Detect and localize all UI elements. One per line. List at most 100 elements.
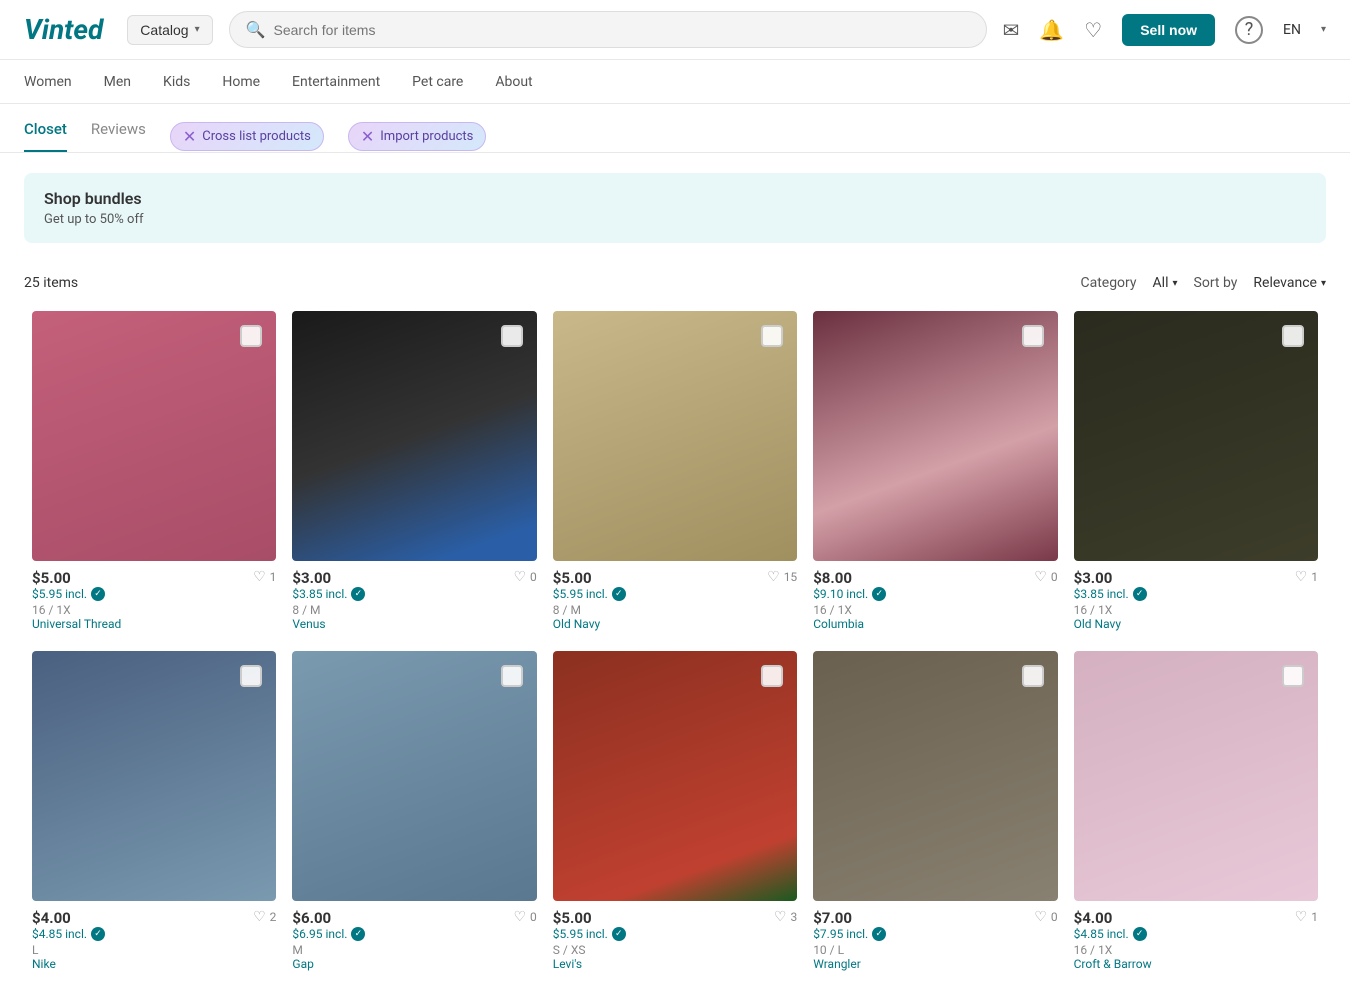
product-card-5[interactable]: $3.00 $3.85 incl. ✓ 16 / 1X Old Navy ♡ 1 (1066, 303, 1326, 643)
item-count: 25 items (24, 275, 78, 291)
tab-cross-list[interactable]: ✕ Cross list products (170, 122, 324, 151)
product-price-incl-9: $7.95 incl. (813, 927, 868, 941)
product-checkbox-5[interactable] (1282, 325, 1304, 347)
product-card-4[interactable]: $8.00 $9.10 incl. ✓ 16 / 1X Columbia ♡ 0 (805, 303, 1065, 643)
sort-dropdown[interactable]: Relevance ▾ (1253, 275, 1326, 291)
shop-bundles-banner[interactable]: Shop bundles Get up to 50% off (24, 173, 1326, 243)
product-likes-4[interactable]: ♡ 0 (1034, 569, 1057, 585)
product-likes-5[interactable]: ♡ 1 (1295, 569, 1318, 585)
product-likes-9[interactable]: ♡ 0 (1034, 909, 1057, 925)
product-checkbox-3[interactable] (761, 325, 783, 347)
price-check-icon-6: ✓ (91, 927, 105, 941)
nav-item-women[interactable]: Women (24, 74, 72, 90)
heart-icon-10: ♡ (1295, 909, 1308, 925)
product-price-incl-6: $4.85 incl. (32, 927, 87, 941)
product-price-4: $8.00 (813, 569, 1034, 587)
product-price-9: $7.00 (813, 909, 1034, 927)
product-image-9 (813, 651, 1057, 901)
nav-item-pet-care[interactable]: Pet care (412, 74, 463, 90)
product-checkbox-8[interactable] (761, 665, 783, 687)
product-likes-1[interactable]: ♡ 1 (253, 569, 276, 585)
heart-icon-8: ♡ (774, 909, 787, 925)
category-filter-dropdown[interactable]: All ▾ (1153, 275, 1178, 291)
product-card-8[interactable]: $5.00 $5.95 incl. ✓ S / XS Levi's ♡ 3 (545, 643, 805, 983)
product-card-9[interactable]: $7.00 $7.95 incl. ✓ 10 / L Wrangler ♡ 0 (805, 643, 1065, 983)
price-check-icon-2: ✓ (351, 587, 365, 601)
product-brand-10: Croft & Barrow (1074, 957, 1295, 971)
product-price-6: $4.00 (32, 909, 253, 927)
category-filter-value: All (1153, 275, 1169, 291)
product-size-8: S / XS (553, 943, 774, 957)
tab-import[interactable]: ✕ Import products (348, 122, 487, 151)
product-card-1[interactable]: $5.00 $5.95 incl. ✓ 16 / 1X Universal Th… (24, 303, 284, 643)
product-price-incl-2: $3.85 incl. (292, 587, 347, 601)
product-checkbox-9[interactable] (1022, 665, 1044, 687)
price-check-icon-4: ✓ (872, 587, 886, 601)
product-brand-5: Old Navy (1074, 617, 1295, 631)
product-likes-2[interactable]: ♡ 0 (513, 569, 536, 585)
heart-icon-1: ♡ (253, 569, 266, 585)
mail-icon[interactable]: ✉ (1003, 18, 1020, 42)
sell-button[interactable]: Sell now (1122, 14, 1215, 46)
search-bar: 🔍 (229, 11, 987, 48)
product-checkbox-4[interactable] (1022, 325, 1044, 347)
product-likes-8[interactable]: ♡ 3 (774, 909, 797, 925)
product-size-2: 8 / M (292, 603, 513, 617)
product-price-8: $5.00 (553, 909, 774, 927)
price-check-icon-9: ✓ (872, 927, 886, 941)
category-chevron-icon: ▾ (1173, 278, 1178, 289)
product-brand-2: Venus (292, 617, 513, 631)
product-size-1: 16 / 1X (32, 603, 253, 617)
product-card-6[interactable]: $4.00 $4.85 incl. ✓ L Nike ♡ 2 (24, 643, 284, 983)
nav-item-home[interactable]: Home (222, 74, 260, 90)
product-card-10[interactable]: $4.00 $4.85 incl. ✓ 16 / 1X Croft & Barr… (1066, 643, 1326, 983)
product-price-incl-10: $4.85 incl. (1074, 927, 1129, 941)
price-check-icon-3: ✓ (612, 587, 626, 601)
product-image-1 (32, 311, 276, 561)
product-card-7[interactable]: $6.00 $6.95 incl. ✓ M Gap ♡ 0 (284, 643, 544, 983)
product-brand-7: Gap (292, 957, 513, 971)
product-price-incl-7: $6.95 incl. (292, 927, 347, 941)
product-brand-4: Columbia (813, 617, 1034, 631)
tab-reviews[interactable]: Reviews (91, 120, 146, 152)
heart-icon-6: ♡ (253, 909, 266, 925)
nav-item-kids[interactable]: Kids (163, 74, 190, 90)
price-check-icon-8: ✓ (612, 927, 626, 941)
price-check-icon-5: ✓ (1133, 587, 1147, 601)
product-size-5: 16 / 1X (1074, 603, 1295, 617)
heart-wishlist-icon[interactable]: ♡ (1084, 18, 1102, 42)
product-card-2[interactable]: $3.00 $3.85 incl. ✓ 8 / M Venus ♡ 0 (284, 303, 544, 643)
product-likes-3[interactable]: ♡ 15 (767, 569, 797, 585)
search-input[interactable] (274, 22, 970, 38)
product-checkbox-7[interactable] (501, 665, 523, 687)
search-icon: 🔍 (246, 20, 266, 39)
tab-closet[interactable]: Closet (24, 120, 67, 152)
product-brand-6: Nike (32, 957, 253, 971)
product-likes-6[interactable]: ♡ 2 (253, 909, 276, 925)
product-image-2 (292, 311, 536, 561)
nav-item-about[interactable]: About (495, 74, 532, 90)
product-grid: $5.00 $5.95 incl. ✓ 16 / 1X Universal Th… (0, 303, 1350, 983)
heart-icon-7: ♡ (513, 909, 526, 925)
help-icon[interactable]: ? (1235, 16, 1263, 44)
product-price-incl-8: $5.95 incl. (553, 927, 608, 941)
language-selector[interactable]: EN (1283, 22, 1301, 38)
product-size-4: 16 / 1X (813, 603, 1034, 617)
product-card-3[interactable]: $5.00 $5.95 incl. ✓ 8 / M Old Navy ♡ 15 (545, 303, 805, 643)
nav-item-entertainment[interactable]: Entertainment (292, 74, 380, 90)
product-size-9: 10 / L (813, 943, 1034, 957)
product-checkbox-1[interactable] (240, 325, 262, 347)
bell-icon[interactable]: 🔔 (1039, 18, 1064, 42)
product-size-7: M (292, 943, 513, 957)
product-image-10 (1074, 651, 1318, 901)
product-likes-7[interactable]: ♡ 0 (513, 909, 536, 925)
nav-item-men[interactable]: Men (104, 74, 131, 90)
product-image-5 (1074, 311, 1318, 561)
catalog-button[interactable]: Catalog ▾ (127, 15, 212, 45)
profile-tabs: Closet Reviews ✕ Cross list products ✕ I… (0, 104, 1350, 153)
product-checkbox-10[interactable] (1282, 665, 1304, 687)
product-likes-10[interactable]: ♡ 1 (1295, 909, 1318, 925)
product-price-incl-1: $5.95 incl. (32, 587, 87, 601)
product-checkbox-6[interactable] (240, 665, 262, 687)
product-checkbox-2[interactable] (501, 325, 523, 347)
